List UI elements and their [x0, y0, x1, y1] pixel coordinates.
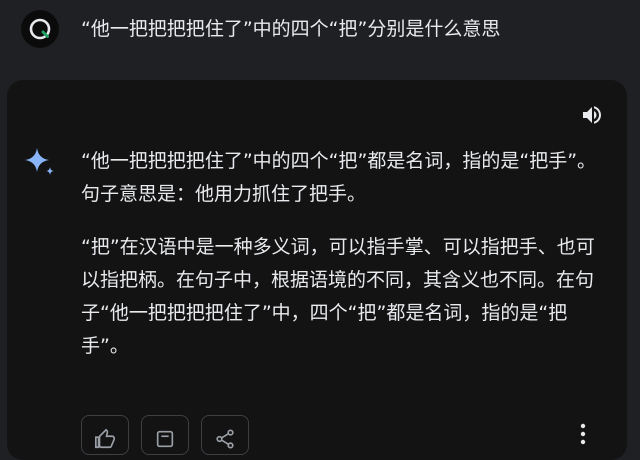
modify-icon	[156, 430, 174, 448]
share-icon	[216, 429, 234, 449]
listen-button[interactable]	[579, 102, 605, 128]
sparkle-icon	[25, 148, 54, 175]
modify-response-button[interactable]	[141, 415, 189, 455]
more-vert-icon	[580, 423, 586, 445]
prompt-text: “他一把把把把住了”中的四个“把”分别是什么意思	[81, 18, 501, 40]
speaker-icon	[583, 106, 601, 124]
user-avatar-icon	[29, 18, 51, 40]
more-options-button[interactable]	[573, 422, 593, 452]
thumb-up-icon	[95, 428, 115, 449]
assistant-avatar	[23, 146, 57, 180]
user-avatar[interactable]	[21, 10, 59, 48]
response-paragraph: “他一把把把把住了”中的四个“把”都是名词，指的是“把手”。句子意思是：他用力抓…	[81, 150, 597, 205]
response-text: “他一把把把把住了”中的四个“把”都是名词，指的是“把手”。句子意思是：他用力抓…	[81, 145, 611, 383]
response-paragraph: “把”在汉语中是一种多义词，可以指手掌、可以指把手、也可以指把柄。在句子中，根据…	[81, 236, 595, 357]
response-card: “他一把把把把住了”中的四个“把”都是名词，指的是“把手”。句子意思是：他用力抓…	[7, 80, 627, 460]
prompt-header: “他一把把把把住了”中的四个“把”分别是什么意思	[0, 0, 640, 62]
thumb-up-button[interactable]	[81, 415, 129, 455]
share-button[interactable]	[201, 415, 249, 455]
